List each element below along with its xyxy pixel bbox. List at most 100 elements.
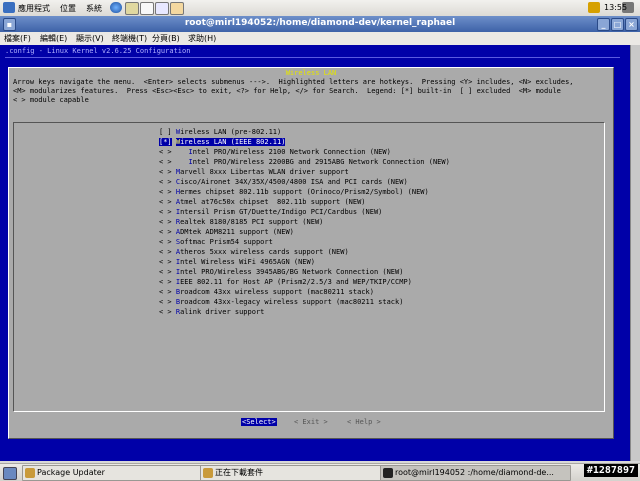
option-text: DMtek ADM8211 support (NEW) <box>180 228 294 236</box>
option-row[interactable]: < > Intersil Prism GT/Duette/Indigo PCI/… <box>159 207 382 217</box>
option-row[interactable]: [ ] Wireless LAN (pre-802.11) <box>159 127 281 137</box>
option-checkbox[interactable]: < > <box>159 228 172 236</box>
option-list: [ ] Wireless LAN (pre-802.11) [*] Wireles… <box>13 122 605 412</box>
task-downloading-packages[interactable]: 正在下載套件 <box>200 465 381 481</box>
option-row[interactable]: < > Marvell 8xxx Libertas WLAN driver su… <box>159 167 349 177</box>
option-row[interactable]: < > Broadcom 43xx-legacy wireless suppor… <box>159 297 403 307</box>
email-icon[interactable] <box>125 2 139 15</box>
option-checkbox[interactable]: < > <box>159 278 172 286</box>
minimize-button[interactable]: _ <box>597 18 610 31</box>
help-line: <M> modularizes features. Press <Esc><Es… <box>13 87 561 95</box>
option-row[interactable]: [*] Wireless LAN (IEEE 802.11) <box>159 137 286 147</box>
option-label: Realtek 8180/8185 PCI support (NEW) <box>176 218 324 226</box>
option-row[interactable]: < > Atmel at76c50x chipset 802.11b suppo… <box>159 197 366 207</box>
option-label: Intel PRO/Wireless 3945ABG/BG Network Co… <box>176 268 404 276</box>
option-checkbox[interactable]: < > <box>159 168 172 176</box>
menu-help[interactable]: 求助(H) <box>188 33 216 44</box>
option-checkbox[interactable]: < > <box>159 188 172 196</box>
option-row[interactable]: < > Intel PRO/Wireless 2200BG and 2915AB… <box>159 157 450 167</box>
menu-terminal[interactable]: 終端機(T) <box>112 33 147 44</box>
option-text: alink driver support <box>180 308 265 316</box>
option-text: ireless LAN (IEEE 802.11) <box>180 138 286 146</box>
task-label: root@mirl194052 :/home/diamond-de... <box>395 468 554 477</box>
terminal-scrollbar[interactable] <box>630 45 640 461</box>
select-button[interactable]: <Select> <box>241 418 277 426</box>
task-terminal[interactable]: root@mirl194052 :/home/diamond-de... <box>380 465 571 481</box>
terminal-screen[interactable]: .config - Linux Kernel v2.6.25 Configura… <box>0 45 640 461</box>
show-desktop-icon[interactable] <box>3 467 17 480</box>
kernel-config-header: .config - Linux Kernel v2.6.25 Configura… <box>5 47 191 55</box>
applications-menu[interactable]: 應用程式 <box>18 3 50 14</box>
option-text: ireless LAN (pre-802.11) <box>180 128 282 136</box>
package-icon <box>203 468 213 478</box>
distro-logo-icon[interactable] <box>3 2 15 13</box>
places-menu[interactable]: 位置 <box>60 3 76 14</box>
window-titlebar[interactable]: ▪ root@mirl194052:/home/diamond-dev/kern… <box>0 16 640 32</box>
menu-tabs[interactable]: 分頁(B) <box>152 33 180 44</box>
menu-edit[interactable]: 編輯(E) <box>40 33 67 44</box>
option-checkbox[interactable]: < > <box>159 248 172 256</box>
clock[interactable]: 13:55 <box>604 3 627 12</box>
option-row[interactable]: < > Hermes chipset 802.11b support (Orin… <box>159 187 429 197</box>
option-text: ntel Wireless WiFi 4965AGN (NEW) <box>180 258 315 266</box>
office-writer-icon[interactable] <box>155 2 169 15</box>
task-package-updater[interactable]: Package Updater <box>22 465 203 481</box>
help-line: < > module capable <box>13 96 89 104</box>
option-row[interactable]: < > Intel Wireless WiFi 4965AGN (NEW) <box>159 257 315 267</box>
option-text: ermes chipset 802.11b support (Orinoco/P… <box>180 188 429 196</box>
option-checkbox[interactable]: [ ] <box>159 128 172 136</box>
update-notify-icon[interactable] <box>588 2 600 13</box>
option-label: Cisco/Aironet 34X/35X/4500/4800 ISA and … <box>176 178 408 186</box>
option-checkbox[interactable]: < > <box>159 268 172 276</box>
option-text: ntel PRO/Wireless 2200BG and 2915ABG Net… <box>192 158 450 166</box>
option-label: Broadcom 43xx wireless support (mac80211… <box>176 288 374 296</box>
option-checkbox[interactable]: < > <box>159 258 172 266</box>
option-text: theros 5xxx wireless cards support (NEW) <box>180 248 349 256</box>
option-label: ADMtek ADM8211 support (NEW) <box>176 228 294 236</box>
system-menu[interactable]: 系統 <box>86 3 102 14</box>
option-text: tmel at76c50x chipset 802.11b support (N… <box>180 198 366 206</box>
option-checkbox[interactable]: < > <box>159 178 172 186</box>
header-divider <box>5 57 620 58</box>
option-row[interactable]: < > Ralink driver support <box>159 307 264 317</box>
option-text: roadcom 43xx-legacy wireless support (ma… <box>180 298 404 306</box>
option-checkbox[interactable]: < > <box>159 308 172 316</box>
option-row[interactable]: < > Broadcom 43xx wireless support (mac8… <box>159 287 374 297</box>
option-checkbox[interactable]: < > <box>159 288 172 296</box>
option-row[interactable]: < > ADMtek ADM8211 support (NEW) <box>159 227 294 237</box>
web-browser-icon[interactable] <box>110 2 122 13</box>
option-row[interactable]: < > Realtek 8180/8185 PCI support (NEW) <box>159 217 323 227</box>
option-label: Ralink driver support <box>176 308 265 316</box>
text-editor-icon[interactable] <box>140 2 154 15</box>
option-row[interactable]: < > Intel PRO/Wireless 2100 Network Conn… <box>159 147 391 157</box>
option-checkbox[interactable]: < > <box>159 198 172 206</box>
close-button[interactable]: × <box>625 18 638 31</box>
option-checkbox[interactable]: [*] <box>159 138 172 146</box>
option-checkbox[interactable]: < > <box>159 158 172 166</box>
presentation-icon[interactable] <box>170 2 184 15</box>
exit-button[interactable]: < Exit > <box>294 418 328 426</box>
help-button[interactable]: < Help > <box>347 418 381 426</box>
option-row[interactable]: < > Atheros 5xxx wireless cards support … <box>159 247 349 257</box>
option-label: Intel Wireless WiFi 4965AGN (NEW) <box>176 258 315 266</box>
option-label: Hermes chipset 802.11b support (Orinoco/… <box>176 188 429 196</box>
dialog-title: Wireless LAN <box>9 69 613 77</box>
maximize-button[interactable]: □ <box>611 18 624 31</box>
option-row[interactable]: < > Cisco/Aironet 34X/35X/4500/4800 ISA … <box>159 177 408 187</box>
option-row[interactable]: < > Softmac Prism54 support <box>159 237 273 247</box>
dialog-buttons: <Select> < Exit > < Help > <box>9 418 613 430</box>
option-label: Intersil Prism GT/Duette/Indigo PCI/Card… <box>176 208 383 216</box>
option-checkbox[interactable]: < > <box>159 298 172 306</box>
option-text: ntel PRO/Wireless 3945ABG/BG Network Con… <box>180 268 404 276</box>
option-checkbox[interactable]: < > <box>159 218 172 226</box>
menu-view[interactable]: 顯示(V) <box>76 33 104 44</box>
top-panel: 應用程式 位置 系統 13:55 <box>0 0 640 17</box>
menu-file[interactable]: 檔案(F) <box>4 33 31 44</box>
option-checkbox[interactable]: < > <box>159 238 172 246</box>
option-row[interactable]: < > Intel PRO/Wireless 3945ABG/BG Networ… <box>159 267 403 277</box>
option-row[interactable]: < > IEEE 802.11 for Host AP (Prism2/2.5/… <box>159 277 412 287</box>
option-text: arvell 8xxx Libertas WLAN driver support <box>180 168 349 176</box>
option-checkbox[interactable]: < > <box>159 148 172 156</box>
terminal-icon <box>383 468 393 478</box>
option-checkbox[interactable]: < > <box>159 208 172 216</box>
